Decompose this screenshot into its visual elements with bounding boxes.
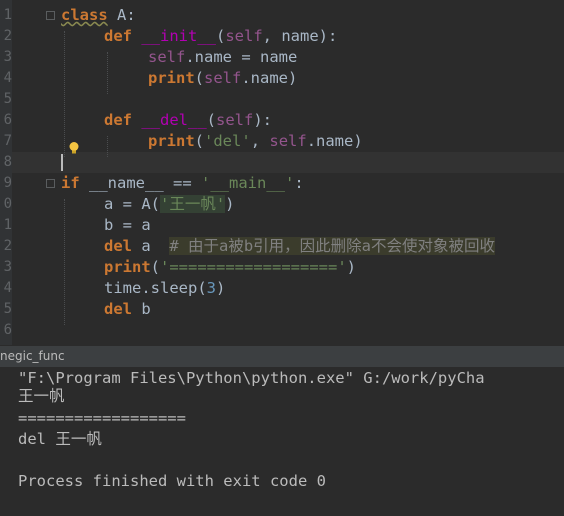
code-line: print(self.name): [148, 69, 298, 87]
text-caret: [61, 154, 63, 171]
line-number: 5: [3, 91, 12, 107]
line-number: 9: [3, 175, 12, 191]
indent-guide: [107, 136, 108, 157]
code-line: time.sleep(3): [104, 279, 226, 297]
indent-guide: [64, 31, 65, 157]
line-number: 2: [3, 28, 12, 44]
console-line: 王一帆: [18, 387, 65, 405]
code-editor[interactable]: 1 2 3 4 5 6 7 8 9 0 1 2 3 4 5 6 class A:…: [0, 0, 564, 345]
line-number: 0: [3, 196, 12, 212]
indent-guide: [107, 52, 108, 94]
console-line: ==================: [18, 409, 186, 427]
code-line: del a # 由于a被b引用，因此删除a不会使对象被回收: [104, 237, 495, 255]
console-line: Process finished with exit code 0: [18, 472, 326, 490]
code-line: print('del', self.name): [148, 132, 363, 150]
line-number: 5: [3, 301, 12, 317]
fold-marker[interactable]: [46, 179, 55, 188]
run-console[interactable]: "F:\Program Files\Python\python.exe" G:/…: [0, 367, 564, 516]
line-number: 3: [3, 259, 12, 275]
console-line: "F:\Program Files\Python\python.exe" G:/…: [18, 369, 485, 387]
code-line: self.name = name: [148, 48, 298, 66]
line-number: 6: [3, 112, 12, 128]
code-line: print('=================='): [104, 258, 356, 276]
line-number: 1: [3, 217, 12, 233]
code-line: def __del__(self):: [104, 111, 273, 129]
line-number: 2: [3, 238, 12, 254]
lightbulb-icon[interactable]: [67, 141, 81, 155]
code-line: class A:: [61, 6, 136, 24]
current-line-highlight: [12, 152, 564, 173]
indent-guide: [64, 199, 65, 325]
code-line: del b: [104, 300, 151, 318]
line-number: 3: [3, 49, 12, 65]
code-line: def __init__(self, name):: [104, 27, 338, 45]
line-number: 8: [3, 154, 12, 170]
run-panel-tab[interactable]: negic_func: [0, 345, 564, 368]
fold-marker[interactable]: [46, 11, 55, 20]
code-line: b = a: [104, 216, 151, 234]
console-line: del 王一帆: [18, 430, 102, 448]
code-line: a = A('王一帆'): [104, 195, 235, 213]
line-number: 4: [3, 280, 12, 296]
line-number: 1: [3, 7, 12, 23]
line-number: 7: [3, 133, 12, 149]
line-number: 4: [3, 70, 12, 86]
run-config-label: negic_func: [0, 349, 65, 363]
line-number: 6: [3, 322, 12, 338]
code-line: if __name__ == '__main__':: [61, 174, 304, 192]
